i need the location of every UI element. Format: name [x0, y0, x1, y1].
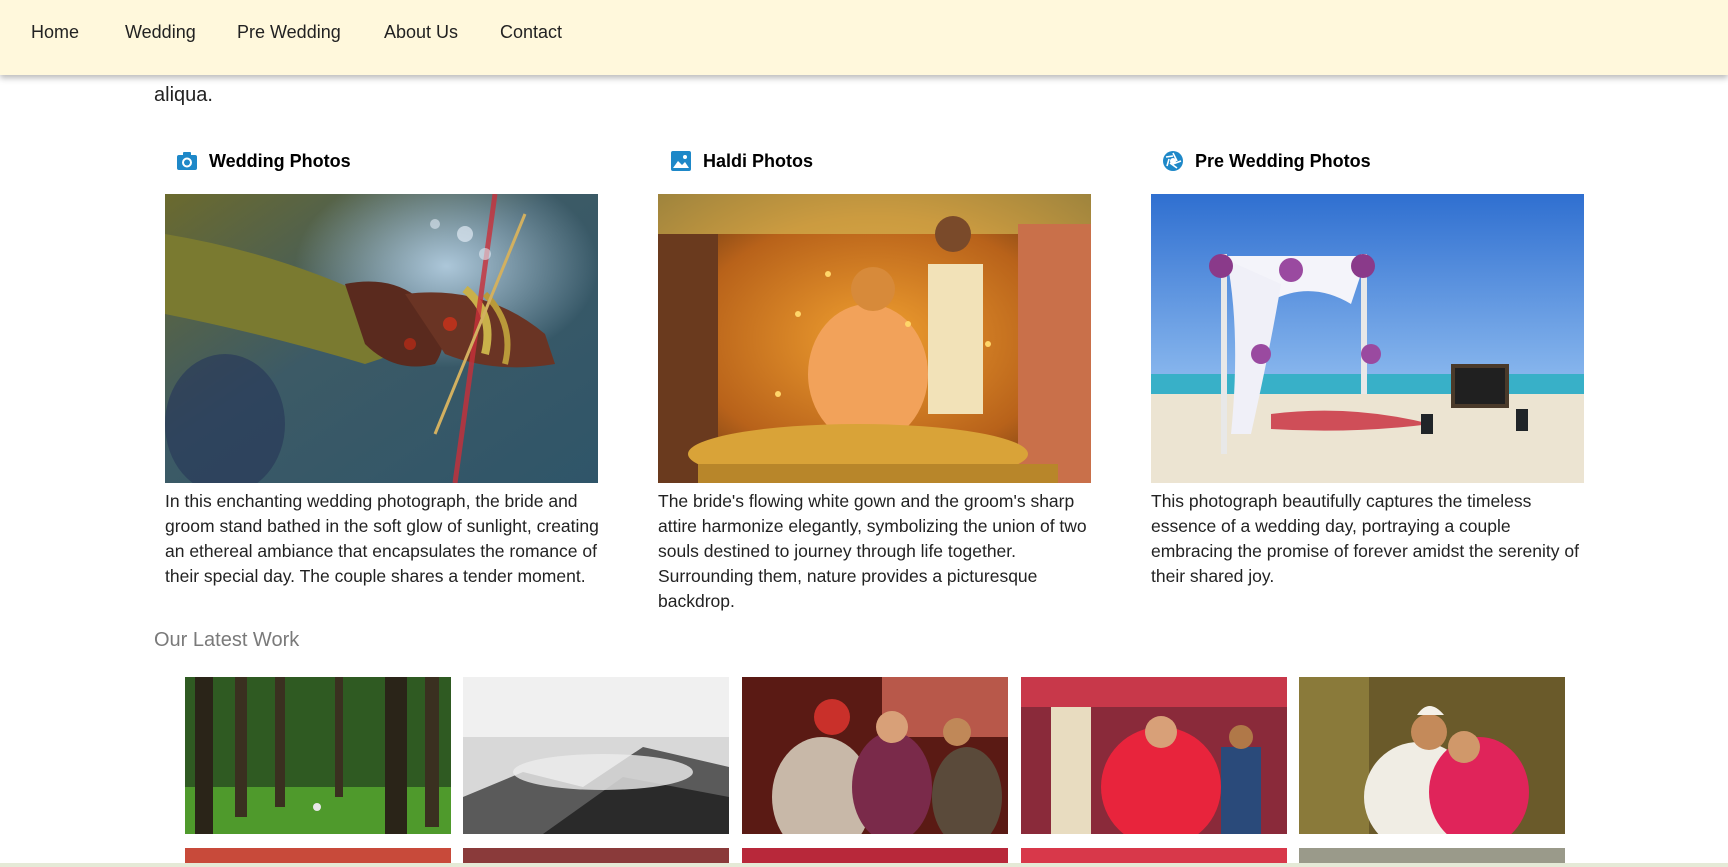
card-heading-haldi: Haldi Photos	[670, 148, 813, 174]
nav-item-pre-wedding[interactable]: Pre Wedding	[237, 22, 341, 43]
card-title-wedding: Wedding Photos	[209, 150, 351, 171]
top-navbar: Home Wedding Pre Wedding About Us Contac…	[0, 0, 1728, 75]
camera-icon	[176, 150, 198, 172]
card-title-pre-wedding: Pre Wedding Photos	[1195, 150, 1371, 171]
intro-paragraph-tail: aliqua.	[154, 84, 213, 106]
photo-beach-arch	[1151, 194, 1584, 483]
photo-row2-4	[1021, 848, 1287, 863]
nav-item-home[interactable]: Home	[31, 22, 79, 43]
nav-item-about-us[interactable]: About Us	[384, 22, 458, 43]
bottom-edge-strip	[0, 863, 1728, 867]
card-description-haldi: The bride's flowing white gown and the g…	[658, 491, 1087, 611]
photo-row2-1	[185, 848, 451, 863]
photo-bride-celebration	[1021, 677, 1287, 834]
photo-wedding-dance	[742, 677, 1008, 834]
photo-henna-hands	[165, 194, 598, 483]
photo-pine-forest	[185, 677, 451, 834]
photo-haldi-celebration	[658, 194, 1091, 483]
card-title-haldi: Haldi Photos	[703, 150, 814, 171]
photo-misty-mountains	[463, 677, 729, 834]
image-icon	[670, 150, 692, 172]
photo-row2-5	[1299, 848, 1565, 863]
photo-row2-2	[463, 848, 729, 863]
photo-couple-embrace	[1299, 677, 1565, 834]
card-heading-pre-wedding: Pre Wedding Photos	[1162, 148, 1371, 174]
aperture-icon	[1162, 150, 1184, 172]
section-title-latest-work: Our Latest Work	[154, 629, 300, 651]
photo-row2-3	[742, 848, 1008, 863]
card-description-wedding: In this enchanting wedding photograph, t…	[165, 491, 599, 586]
nav-item-contact[interactable]: Contact	[500, 22, 562, 43]
card-heading-wedding: Wedding Photos	[176, 148, 351, 174]
card-description-pre-wedding: This photograph beautifully captures the…	[1151, 491, 1579, 586]
nav-item-wedding[interactable]: Wedding	[125, 22, 196, 43]
